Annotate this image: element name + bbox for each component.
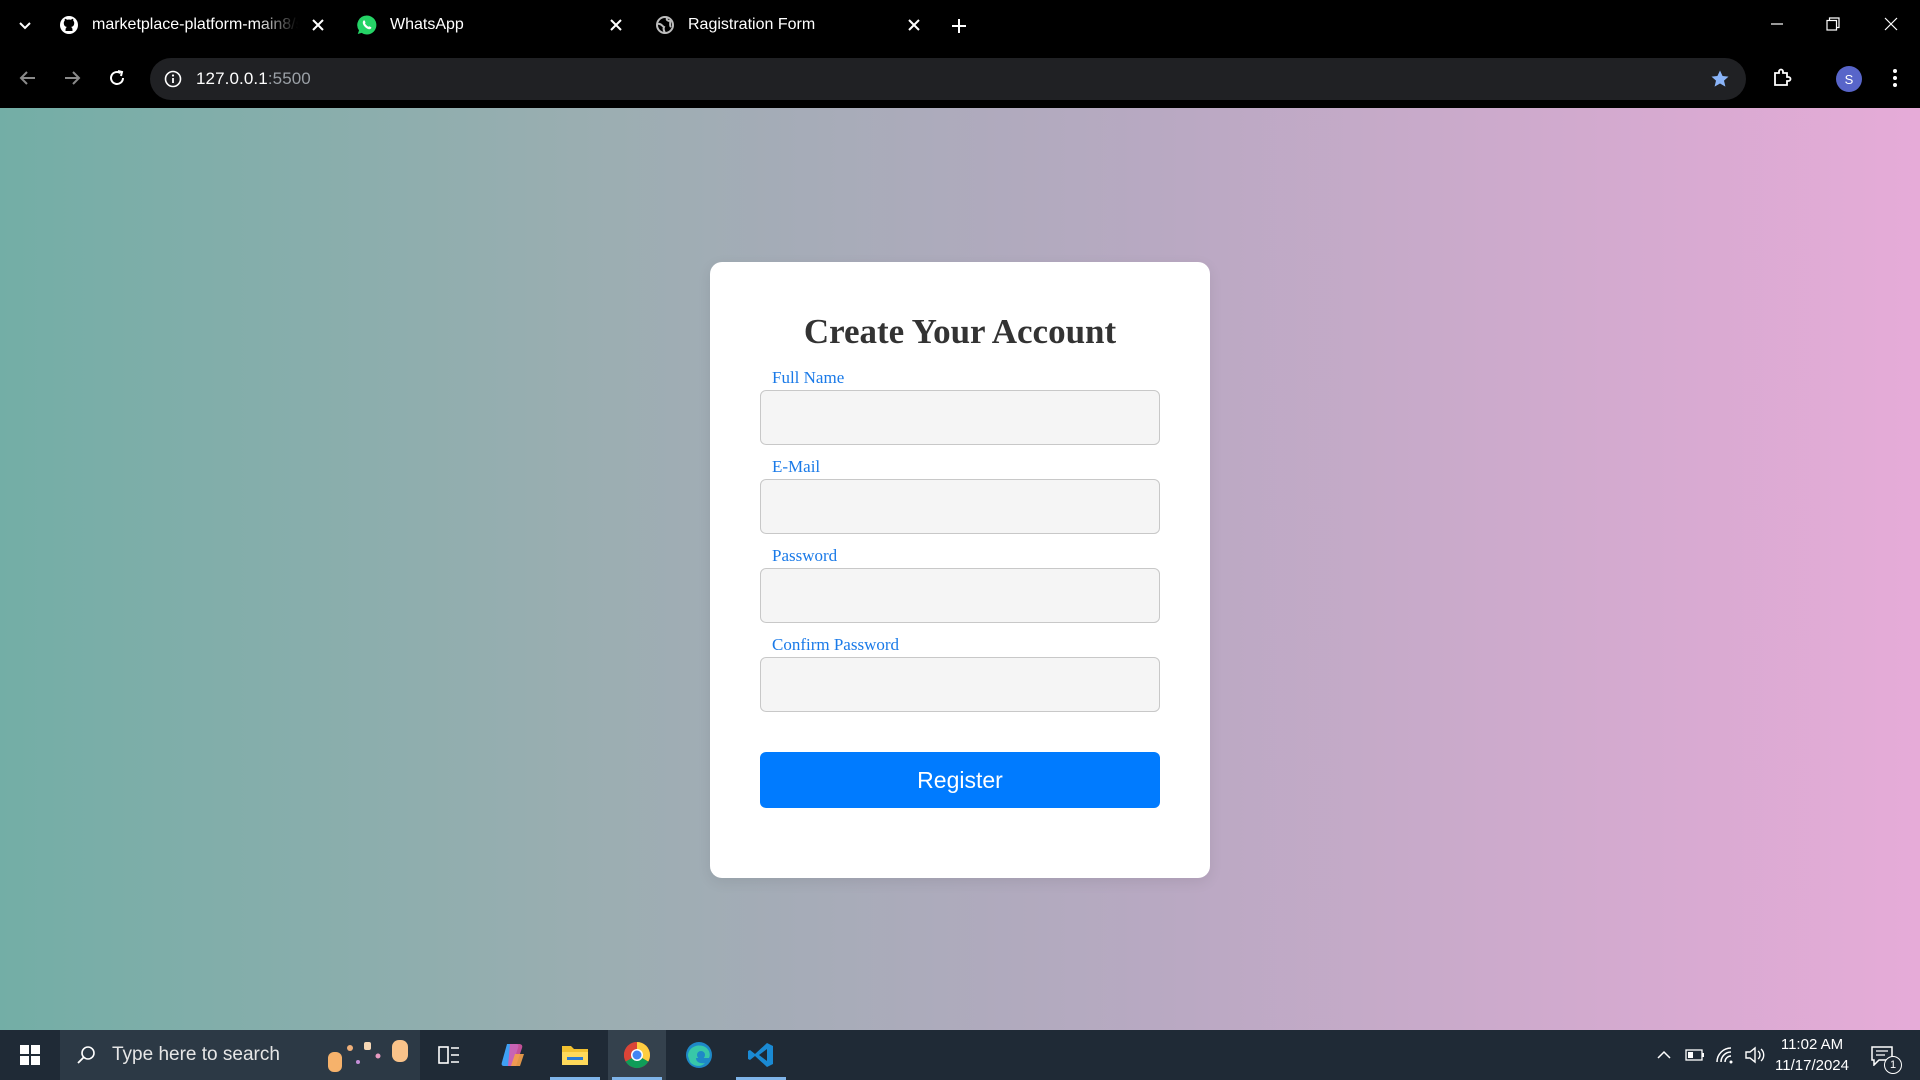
browser-toolbar: 127.0.0.1:5500 S: [0, 50, 1920, 108]
arrow-left-icon: [19, 71, 35, 85]
url-port: :5500: [267, 69, 311, 88]
restore-button[interactable]: [1810, 8, 1856, 40]
confirm-password-input[interactable]: [760, 657, 1160, 712]
search-placeholder: Type here to search: [112, 1044, 280, 1065]
start-button[interactable]: [0, 1030, 60, 1080]
more-vertical-icon: [1893, 69, 1897, 87]
search-icon: [60, 1045, 112, 1065]
windows-logo-icon: [20, 1045, 40, 1065]
chrome-button[interactable]: [608, 1030, 666, 1080]
full-name-input[interactable]: [760, 390, 1160, 445]
address-bar[interactable]: 127.0.0.1:5500: [150, 58, 1746, 100]
speaker-icon: [1745, 1046, 1765, 1064]
notification-center-button[interactable]: 1: [1866, 1040, 1902, 1074]
copilot-icon: [501, 1044, 524, 1066]
reload-icon: [110, 70, 124, 85]
page-viewport: Create Your Account Full Name E-Mail Pas…: [0, 108, 1920, 1030]
whatsapp-icon: [356, 14, 378, 36]
chrome-icon: [623, 1041, 651, 1069]
taskbar-search[interactable]: Type here to search: [60, 1030, 420, 1080]
url-host: 127.0.0.1: [196, 69, 268, 88]
tab-registration-form[interactable]: Ragistration Form: [644, 6, 934, 44]
confirm-password-group: Confirm Password: [760, 635, 1160, 712]
github-icon: [58, 14, 80, 36]
register-button[interactable]: Register: [760, 752, 1160, 808]
windows-taskbar: Type here to search 11:02 AM 11/17/2024 …: [0, 1030, 1920, 1080]
profile-avatar[interactable]: S: [1836, 66, 1862, 92]
tab-title: WhatsApp: [390, 16, 464, 33]
file-explorer-button[interactable]: [546, 1030, 604, 1080]
globe-icon: [654, 14, 676, 36]
puzzle-icon: [1774, 68, 1792, 86]
tab-github[interactable]: marketplace-platform-main8/st: [48, 6, 338, 44]
bookmark-star-icon[interactable]: [1708, 67, 1732, 91]
task-view-icon: [438, 1046, 459, 1064]
close-icon: [1884, 17, 1898, 31]
system-clock[interactable]: 11:02 AM 11/17/2024: [1768, 1034, 1856, 1076]
close-tab-icon[interactable]: [902, 13, 926, 37]
edge-icon: [686, 1042, 712, 1068]
registration-form: Create Your Account Full Name E-Mail Pas…: [710, 262, 1210, 878]
full-name-group: Full Name: [760, 368, 1160, 445]
folder-icon: [562, 1046, 588, 1065]
password-label: Password: [772, 546, 838, 565]
email-input[interactable]: [760, 479, 1160, 534]
volume-button[interactable]: [1742, 1030, 1768, 1080]
back-button[interactable]: [12, 62, 44, 94]
tab-title: marketplace-platform-main8/st: [92, 16, 298, 33]
tab-whatsapp[interactable]: WhatsApp: [346, 6, 636, 44]
vscode-button[interactable]: [732, 1030, 790, 1080]
notification-count-badge: 1: [1884, 1056, 1902, 1074]
close-window-button[interactable]: [1868, 8, 1914, 40]
wifi-icon: [1716, 1047, 1733, 1064]
plus-icon: [952, 19, 966, 33]
password-input[interactable]: [760, 568, 1160, 623]
close-tab-icon[interactable]: [604, 13, 628, 37]
task-view-button[interactable]: [420, 1030, 478, 1080]
clock-time: 11:02 AM: [1780, 1036, 1844, 1053]
minimize-icon: [1771, 23, 1783, 25]
tab-search-button[interactable]: [12, 12, 38, 38]
browser-menu-button[interactable]: [1880, 63, 1910, 93]
battery-icon: [1685, 1049, 1704, 1061]
copilot-button[interactable]: [484, 1030, 542, 1080]
restore-icon: [1826, 17, 1840, 31]
minimize-button[interactable]: [1754, 8, 1800, 40]
new-tab-button[interactable]: [945, 12, 973, 40]
page-title: Create Your Account: [803, 312, 1117, 351]
chevron-up-icon: [1657, 1050, 1671, 1059]
battery-button[interactable]: [1682, 1030, 1708, 1080]
show-hidden-icons-button[interactable]: [1652, 1030, 1676, 1080]
close-tab-icon[interactable]: [306, 13, 330, 37]
arrow-right-icon: [65, 71, 81, 85]
edge-button[interactable]: [670, 1030, 728, 1080]
extensions-button[interactable]: [1767, 63, 1797, 93]
url-text: 127.0.0.1:5500: [196, 69, 311, 89]
search-highlight-lanterns-icon: [328, 1040, 408, 1072]
email-label: E-Mail: [772, 457, 821, 476]
password-group: Password: [760, 546, 1160, 623]
confirm-password-label: Confirm Password: [772, 635, 900, 654]
chevron-down-icon: [19, 22, 31, 30]
reload-button[interactable]: [101, 62, 133, 94]
tab-strip: marketplace-platform-main8/st WhatsApp R…: [0, 0, 1920, 50]
site-info-icon[interactable]: [162, 68, 184, 90]
full-name-label: Full Name: [772, 368, 845, 387]
forward-button[interactable]: [56, 62, 88, 94]
clock-date: 11/17/2024: [1775, 1057, 1849, 1074]
tab-title: Ragistration Form: [688, 16, 816, 33]
email-group: E-Mail: [760, 457, 1160, 534]
network-button[interactable]: [1712, 1030, 1738, 1080]
vscode-icon: [748, 1043, 773, 1067]
